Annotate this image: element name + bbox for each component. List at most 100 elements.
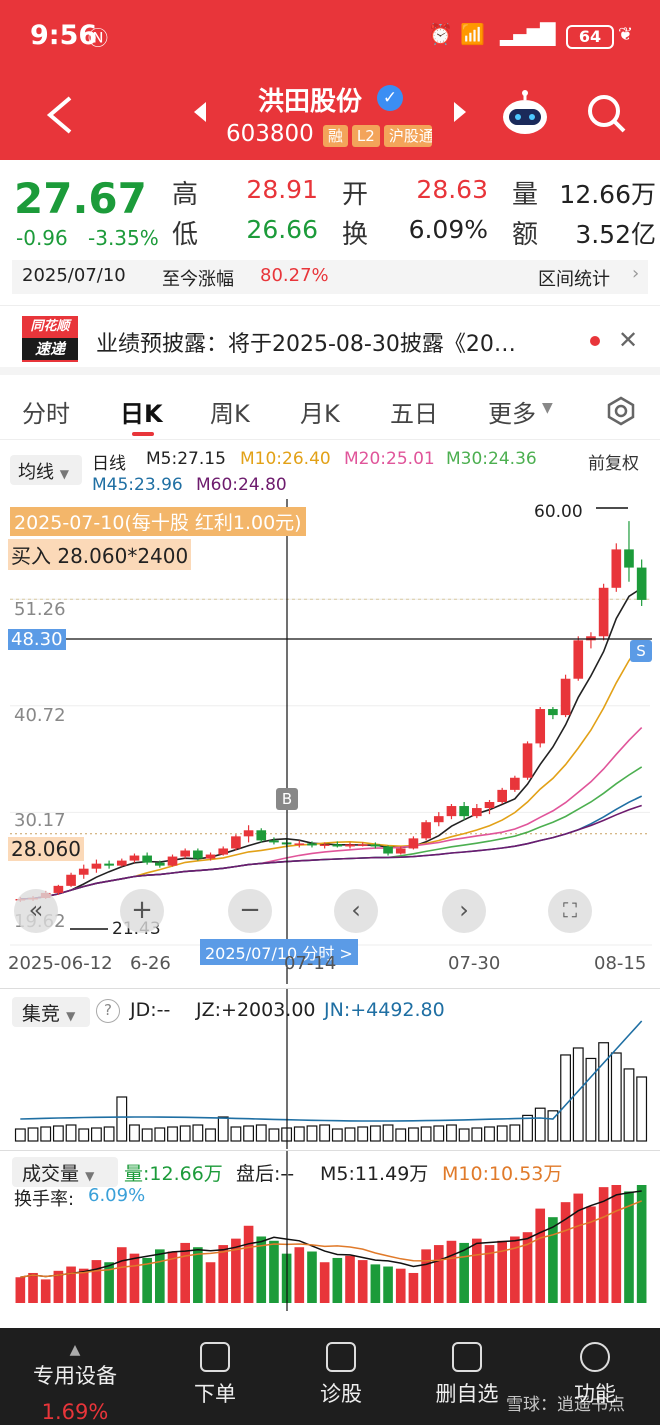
volume-today: 量:12.66万 [124, 1163, 223, 1185]
stock-code: 603800 [226, 121, 314, 147]
news-text[interactable]: 业绩预披露：将于2025-08-30披露《20… [96, 326, 586, 358]
settings-icon[interactable] [606, 396, 636, 426]
order-button[interactable]: 下单 [160, 1342, 270, 1408]
candle-body [598, 587, 609, 637]
auction-bar [293, 1126, 305, 1142]
open-value: 28.63 [416, 175, 488, 204]
tab-more[interactable]: 更多 [488, 394, 536, 429]
price-change-pct: -3.35% [88, 226, 159, 250]
auction-jz: JZ:+2003.00 [196, 999, 316, 1021]
auction-bar [243, 1125, 254, 1142]
nfc-icon: Ⓝ [88, 26, 108, 50]
volume-after-hours: 盘后:-- [236, 1163, 295, 1185]
period-tabs: 分时 日K 周K 月K 五日 更多 ▼ [0, 380, 660, 440]
volume-m10: M10:10.53万 [442, 1163, 563, 1185]
candle-body [218, 848, 229, 855]
sector-name: 专用设备 [33, 1364, 117, 1388]
robot-icon[interactable] [500, 89, 550, 139]
volume-bar [243, 1225, 254, 1303]
tab-five-day[interactable]: 五日 [390, 394, 438, 429]
tab-weekly-k[interactable]: 周K [210, 394, 250, 429]
auction-bar [154, 1127, 166, 1142]
sector-button[interactable]: ▲ 专用设备 1.69% [20, 1342, 130, 1424]
search-icon[interactable] [586, 93, 628, 135]
diagnose-button[interactable]: 诊股 [286, 1342, 396, 1408]
scroll-left-fast-icon[interactable]: « [14, 889, 58, 933]
indicator-selector[interactable]: 均线 ▼ [10, 455, 82, 485]
news-ticker[interactable]: 同花顺 速递 业绩预披露：将于2025-08-30披露《20… ✕ [0, 305, 660, 375]
auction-bar [560, 1054, 571, 1142]
low-label: 低 [172, 220, 199, 250]
zoom-in-icon[interactable]: + [120, 889, 164, 933]
volume-panel: 成交量 ▼ 量:12.66万 盘后:-- M5:11.49万 M10:10.53… [0, 1150, 660, 1311]
buy-note: 买入 28.060*2400 [8, 539, 192, 570]
high-label: 高 [172, 180, 199, 210]
wifi-icon: 📶 [460, 22, 485, 46]
volume-bar [129, 1253, 140, 1303]
candle-body [408, 838, 419, 849]
close-icon[interactable]: ✕ [618, 326, 638, 354]
volume-bar [66, 1266, 76, 1303]
tab-monthly-k[interactable]: 月K [300, 394, 340, 429]
candle-body [535, 709, 546, 744]
tab-daily-k[interactable]: 日K [120, 394, 163, 429]
auction-selector[interactable]: 集竞 ▼ [12, 997, 90, 1027]
turnover-rate-value: 6.09% [88, 1185, 146, 1206]
volume-bar [155, 1249, 165, 1303]
step-right-icon[interactable]: › [442, 889, 486, 933]
prev-stock-icon[interactable] [192, 100, 208, 124]
zoom-out-icon[interactable]: − [228, 889, 272, 933]
volume-bar [446, 1240, 457, 1303]
auction-bar [217, 1116, 229, 1142]
auction-bar [446, 1124, 457, 1142]
fullscreen-icon[interactable]: ⛶ [548, 889, 592, 933]
candle-body [116, 860, 127, 866]
help-icon[interactable]: ? [96, 999, 120, 1023]
x-label-5: 08-15 [594, 953, 647, 974]
candle-body [624, 549, 634, 568]
volume-bar [611, 1185, 622, 1303]
candle-body [548, 709, 558, 716]
turnover-label: 换 [342, 220, 369, 250]
volume-bar [357, 1260, 368, 1303]
volume-bar [269, 1240, 279, 1303]
y-label-2: 40.72 [14, 705, 66, 726]
bottom-toolbar: ▲ 专用设备 1.69% 下单 诊股 删自选 功能 雪球：逍遥书点 [0, 1328, 660, 1425]
auction-bar [306, 1125, 318, 1142]
range-stat-button[interactable]: 区间统计 [538, 265, 610, 291]
auction-bar [509, 1124, 521, 1142]
adjust-mode[interactable]: 前复权 [588, 449, 639, 474]
auction-panel: 集竞 ▼ ? JD:-- JZ:+2003.00 JN:+4492.80 [0, 988, 660, 1149]
step-left-icon[interactable]: ‹ [334, 889, 378, 933]
range-stat-bar[interactable]: 2025/07/10 至今涨幅 80.27% 区间统计 › [12, 260, 648, 294]
volume-bar [433, 1245, 444, 1303]
back-icon[interactable] [42, 95, 76, 135]
ma45-value: M45:23.96 [92, 475, 183, 495]
candle-body [484, 801, 495, 809]
x-label-4: 07-30 [448, 953, 501, 974]
quote-panel: 27.67 -0.96 -3.35% 高 28.91 开 28.63 量 12.… [0, 160, 660, 255]
candle-body [269, 840, 279, 843]
candle-body [383, 846, 393, 854]
auction-bar [40, 1126, 52, 1142]
candle-body [167, 856, 178, 866]
candle-body [421, 822, 431, 839]
kline-chart[interactable]: 2025-07-10(每十股 红利1.00元) 买入 28.060*2400 5… [0, 499, 660, 984]
volume-selector[interactable]: 成交量 ▼ [12, 1157, 118, 1187]
candle-body [345, 844, 355, 847]
candle-body [636, 567, 647, 600]
volume-bar [319, 1262, 330, 1303]
candle-body [446, 806, 457, 817]
volume-bar [548, 1217, 558, 1303]
auction-bar [534, 1107, 546, 1142]
next-stock-icon[interactable] [452, 100, 468, 124]
menu-icon [580, 1342, 610, 1372]
turnover-value: 6.09% [408, 215, 488, 244]
candle-body [497, 789, 507, 802]
auction-bar [141, 1128, 153, 1142]
low-value: 26.66 [246, 215, 318, 244]
auction-bar [129, 1124, 140, 1142]
auction-bar [471, 1127, 483, 1142]
tab-intraday[interactable]: 分时 [22, 394, 70, 429]
auction-bar [382, 1124, 394, 1142]
